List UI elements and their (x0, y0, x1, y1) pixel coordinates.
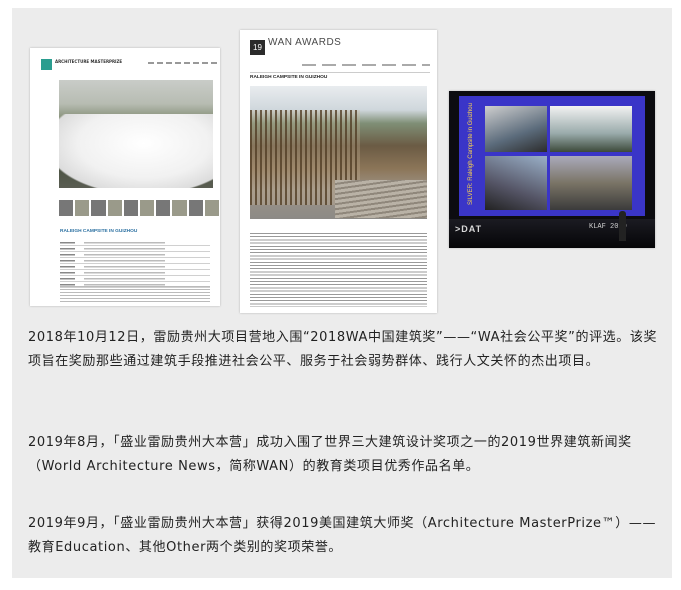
screen-title: SILVER: Raleigh Campsite in Guizhou (464, 103, 478, 205)
thumbnail (91, 200, 106, 216)
presenter-figure (619, 211, 626, 241)
wan-nav (302, 64, 430, 66)
wan-year-badge: 19 (250, 40, 265, 55)
thumbnail (75, 200, 90, 216)
wan-project-title: RALEIGH CAMPSITE IN GUIZHOU (250, 75, 328, 80)
ceremony-photo: SILVER: Raleigh Campsite in Guizhou >DAT… (449, 91, 655, 248)
stage-sign-left: >DAT (455, 224, 483, 234)
screen-photo (485, 156, 547, 210)
masterprize-project-heading: RALEIGH CAMPSITE IN GUIZHOU (60, 229, 138, 234)
thumbnail (140, 200, 155, 216)
thumbnail (107, 200, 122, 216)
screen-title-text: SILVER: Raleigh Campsite in Guizhou (468, 103, 475, 205)
stone-steps (335, 180, 427, 218)
wan-brand: WAN AWARDS (268, 37, 342, 48)
screen-photo (550, 106, 632, 152)
masterprize-nav (148, 62, 218, 64)
thumbnail (156, 200, 171, 216)
paragraph-wa-award: 2018年10月12日，雷励贵州大项目营地入围“2018WA中国建筑奖”——“W… (28, 330, 658, 369)
thumbnail (59, 200, 74, 216)
screen-photo (485, 106, 547, 152)
thumbnail (123, 200, 139, 216)
masterprize-screenshot: ARCHITECTURE MASTERPRIZE RALEIGH CAMPSIT… (30, 48, 220, 306)
masterprize-info-table (60, 240, 210, 288)
wan-body-text (250, 233, 427, 307)
projection-screen: SILVER: Raleigh Campsite in Guizhou (459, 96, 645, 216)
divider (250, 72, 430, 73)
masterprize-thumbnail-strip (59, 200, 220, 216)
paragraph-masterprize: 2019年9月，「盛业雷励贵州大本营」获得2019美国建筑大师奖（Archite… (28, 516, 657, 555)
thumbnail (172, 200, 187, 216)
masterprize-logo-text: ARCHITECTURE MASTERPRIZE (55, 59, 123, 64)
masterprize-logo-icon (41, 59, 52, 70)
wan-awards-screenshot: 19 WAN AWARDS RALEIGH CAMPSITE IN GUIZHO… (240, 30, 437, 313)
thumbnail (188, 200, 203, 216)
white-roof-shape (59, 114, 213, 188)
screen-photo (550, 156, 632, 210)
paragraph-wan-award: 2019年8月，「盛业雷励贵州大本营」成功入围了世界三大建筑设计奖项之一的201… (28, 435, 632, 474)
masterprize-description-text (60, 286, 210, 302)
thumbnail (204, 200, 220, 216)
article-panel: ARCHITECTURE MASTERPRIZE RALEIGH CAMPSIT… (12, 8, 672, 578)
